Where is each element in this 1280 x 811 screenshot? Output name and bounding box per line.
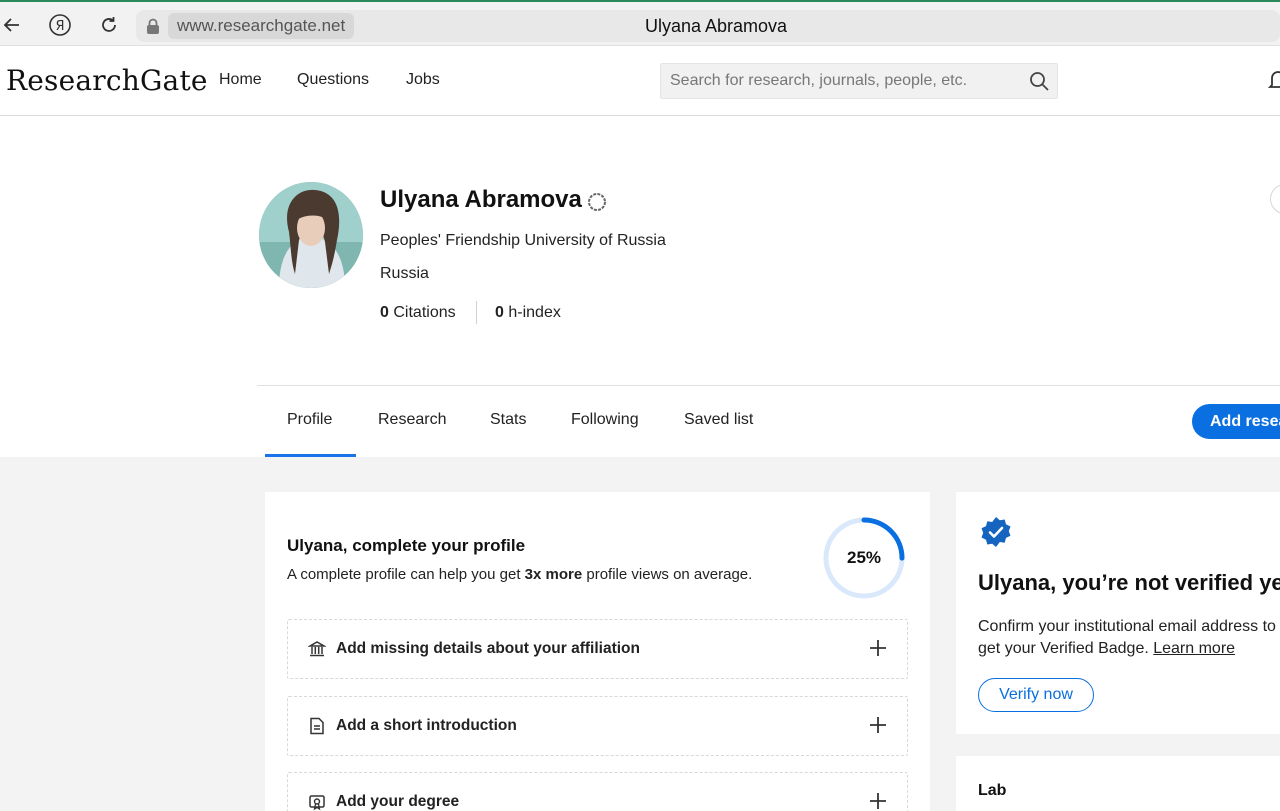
search-icon[interactable]	[1029, 71, 1049, 91]
tab-research[interactable]: Research	[378, 411, 446, 429]
nav-jobs[interactable]: Jobs	[406, 71, 440, 89]
citations-metric[interactable]: 0 Citations	[380, 304, 456, 322]
verified-badge-icon	[981, 517, 1011, 547]
degree-icon	[309, 795, 325, 811]
verification-card: Ulyana, you’re not verified ye Confirm y…	[956, 492, 1280, 734]
verification-title: Ulyana, you’re not verified ye	[978, 570, 1280, 595]
plus-icon[interactable]	[868, 715, 888, 735]
tab-following[interactable]: Following	[571, 411, 639, 429]
bell-icon[interactable]	[1268, 69, 1280, 91]
yandex-icon[interactable]: Я	[48, 13, 72, 37]
completion-sub-before: A complete profile can help you get	[287, 566, 525, 583]
tab-saved-list[interactable]: Saved list	[684, 411, 753, 429]
task-label: Add a short introduction	[336, 717, 517, 734]
add-research-button[interactable]: Add resea	[1192, 404, 1280, 439]
citations-label: Citations	[393, 304, 456, 321]
hindex-metric[interactable]: 0 h-index	[495, 304, 561, 322]
browser-toolbar: Я Ulyana Abramova www.researchgate.net	[0, 0, 1280, 46]
task-label: Add missing details about your affiliati…	[336, 640, 640, 657]
completion-sub-bold: 3x more	[524, 566, 583, 583]
task-degree[interactable]: Add your degree	[287, 772, 908, 811]
lock-icon[interactable]	[146, 18, 160, 34]
task-introduction[interactable]: Add a short introduction	[287, 696, 908, 756]
completion-sub-after: profile views on average.	[582, 566, 753, 583]
tab-profile[interactable]: Profile	[287, 411, 332, 429]
tabs-divider	[257, 385, 1280, 386]
tab-stats[interactable]: Stats	[490, 411, 526, 429]
task-label: Add your degree	[336, 793, 460, 810]
profile-name: Ulyana Abramova	[380, 186, 582, 213]
back-arrow-icon[interactable]	[0, 13, 24, 37]
document-icon	[310, 717, 324, 735]
reload-icon[interactable]	[97, 13, 121, 37]
completion-percent: 25%	[846, 548, 882, 567]
lab-card: Lab	[956, 756, 1280, 811]
task-affiliation[interactable]: Add missing details about your affiliati…	[287, 619, 908, 679]
lab-title: Lab	[978, 782, 1007, 799]
url-text[interactable]: www.researchgate.net	[168, 13, 355, 39]
institution-icon	[308, 641, 326, 657]
profile-institution[interactable]: Peoples' Friendship University of Russia	[380, 232, 666, 250]
address-bar[interactable]: Ulyana Abramova www.researchgate.net	[136, 10, 1280, 42]
plus-icon[interactable]	[868, 791, 888, 811]
search-box	[660, 63, 1058, 99]
hindex-value: 0	[495, 304, 504, 321]
profile-menu-button[interactable]	[1270, 184, 1280, 214]
completion-subtitle: A complete profile can help you get 3x m…	[287, 566, 752, 583]
verification-text-line1: Confirm your institutional email address…	[978, 618, 1276, 635]
svg-text:Я: Я	[55, 19, 64, 34]
nav-questions[interactable]: Questions	[297, 71, 369, 89]
profile-country: Russia	[380, 265, 429, 282]
verification-text-line2: get your Verified Badge. Learn more	[978, 638, 1235, 660]
learn-more-link[interactable]: Learn more	[1153, 640, 1235, 657]
profile-completion-card: Ulyana, complete your profile A complete…	[265, 492, 930, 811]
completion-title: Ulyana, complete your profile	[287, 536, 526, 555]
search-input[interactable]	[661, 64, 1021, 98]
verification-status-icon[interactable]	[587, 192, 607, 212]
verify-now-button[interactable]: Verify now	[978, 678, 1094, 712]
researchgate-logo[interactable]: ResearchGate	[6, 64, 208, 97]
metric-divider	[476, 301, 477, 324]
site-header: ResearchGate Home Questions Jobs	[0, 46, 1280, 116]
avatar[interactable]	[259, 182, 363, 288]
citations-value: 0	[380, 304, 389, 321]
nav-home[interactable]: Home	[219, 71, 262, 89]
hindex-label: h-index	[508, 304, 561, 321]
verification-line2-text: get your Verified Badge.	[978, 640, 1154, 657]
plus-icon[interactable]	[868, 638, 888, 658]
